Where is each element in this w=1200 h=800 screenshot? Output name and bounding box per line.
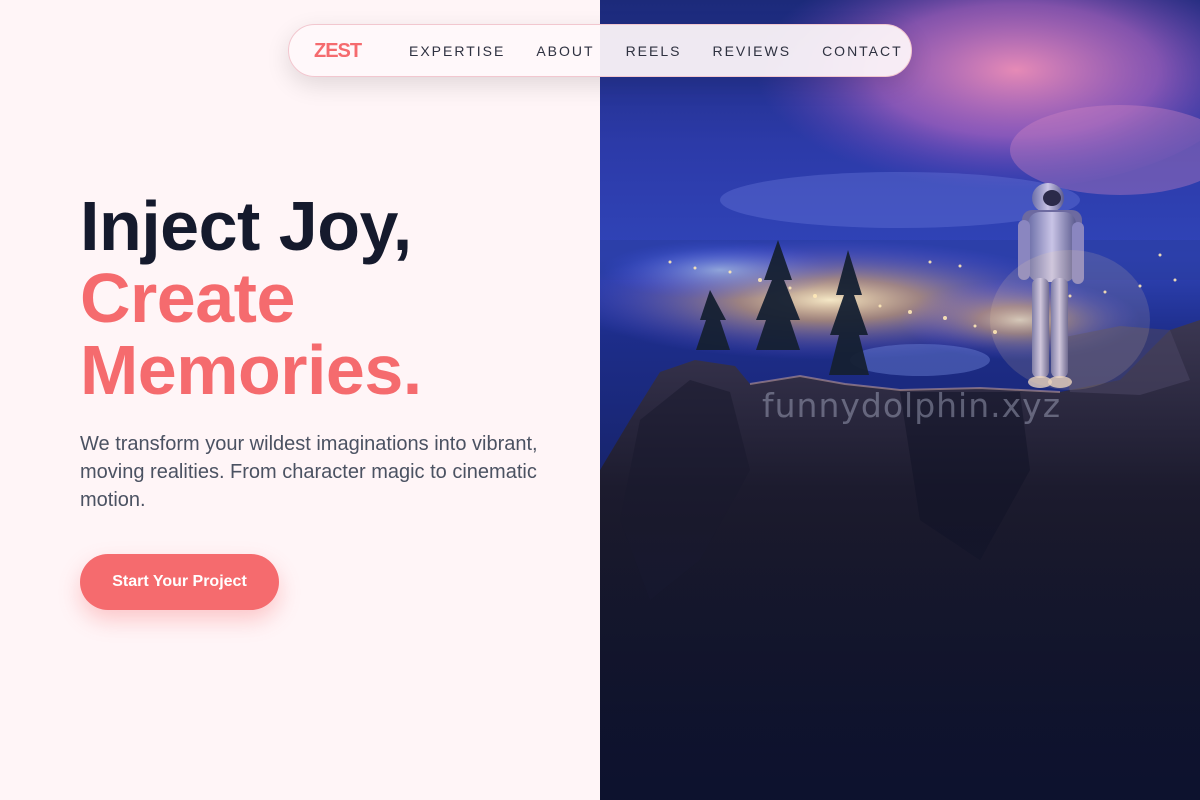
nav-link-reviews[interactable]: REVIEWS (712, 43, 791, 59)
headline-line-2: Create (80, 259, 295, 337)
nav-links: EXPERTISE ABOUT REELS REVIEWS CONTACT (409, 43, 934, 59)
nav-link-about[interactable]: ABOUT (536, 43, 594, 59)
watermark-text: funnydolphin.xyz (762, 386, 1062, 425)
hero-subtitle: We transform your wildest imaginations i… (80, 433, 538, 511)
headline-line-1: Inject Joy, (80, 187, 412, 265)
nav-link-contact[interactable]: CONTACT (822, 43, 903, 59)
hero-text-panel: Inject Joy, Create Memories. We transfor… (0, 0, 600, 800)
top-navigation: ZEST EXPERTISE ABOUT REELS REVIEWS CONTA… (288, 24, 912, 77)
nav-link-reels[interactable]: REELS (626, 43, 682, 59)
nav-link-expertise[interactable]: EXPERTISE (409, 43, 505, 59)
headline-line-3: Memories. (80, 331, 422, 409)
hero-headline: Inject Joy, Create Memories. (80, 190, 422, 406)
hero-image: funnydolphin.xyz (600, 0, 1200, 800)
zest-logo[interactable]: ZEST (314, 40, 362, 63)
start-project-button[interactable]: Start Your Project (80, 554, 279, 610)
